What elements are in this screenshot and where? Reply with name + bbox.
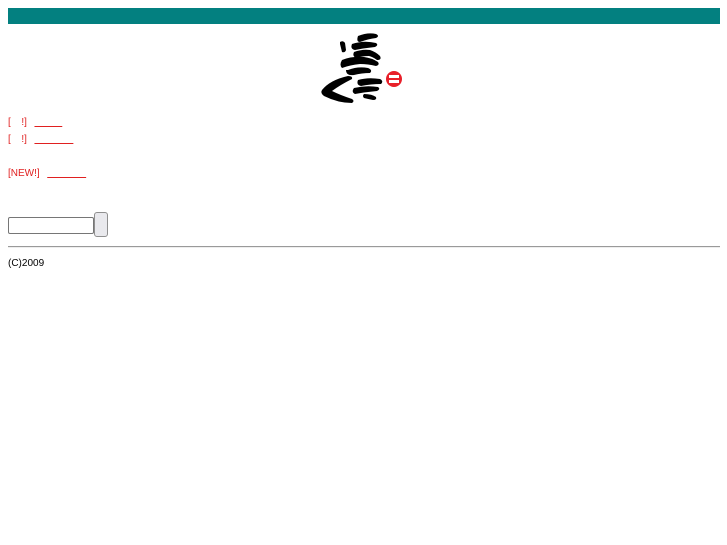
news-link-2[interactable] — [34, 134, 73, 145]
copyright: (C)2009 — [8, 258, 45, 269]
divider — [8, 246, 720, 248]
site-logo[interactable] — [318, 30, 406, 108]
news-mark: !] — [21, 134, 27, 145]
page: [ !] [ !] [NEW!] (C)2009 — [0, 0, 727, 545]
news-link-3[interactable] — [47, 168, 86, 179]
calligraphy-logo-icon — [321, 33, 402, 103]
news-bracket: [ — [8, 117, 11, 128]
news-mark: !] — [21, 117, 27, 128]
news-item: [NEW!] — [8, 168, 86, 180]
new-badge: [NEW!] — [8, 168, 40, 179]
speech-bubble-icon — [386, 71, 402, 87]
search-button[interactable] — [94, 212, 108, 237]
top-bar — [8, 8, 720, 24]
news-item: [ !] — [8, 117, 62, 129]
search-input[interactable] — [8, 217, 94, 234]
news-bracket: [ — [8, 134, 11, 145]
news-link-1[interactable] — [34, 117, 62, 128]
news-item: [ !] — [8, 134, 73, 146]
